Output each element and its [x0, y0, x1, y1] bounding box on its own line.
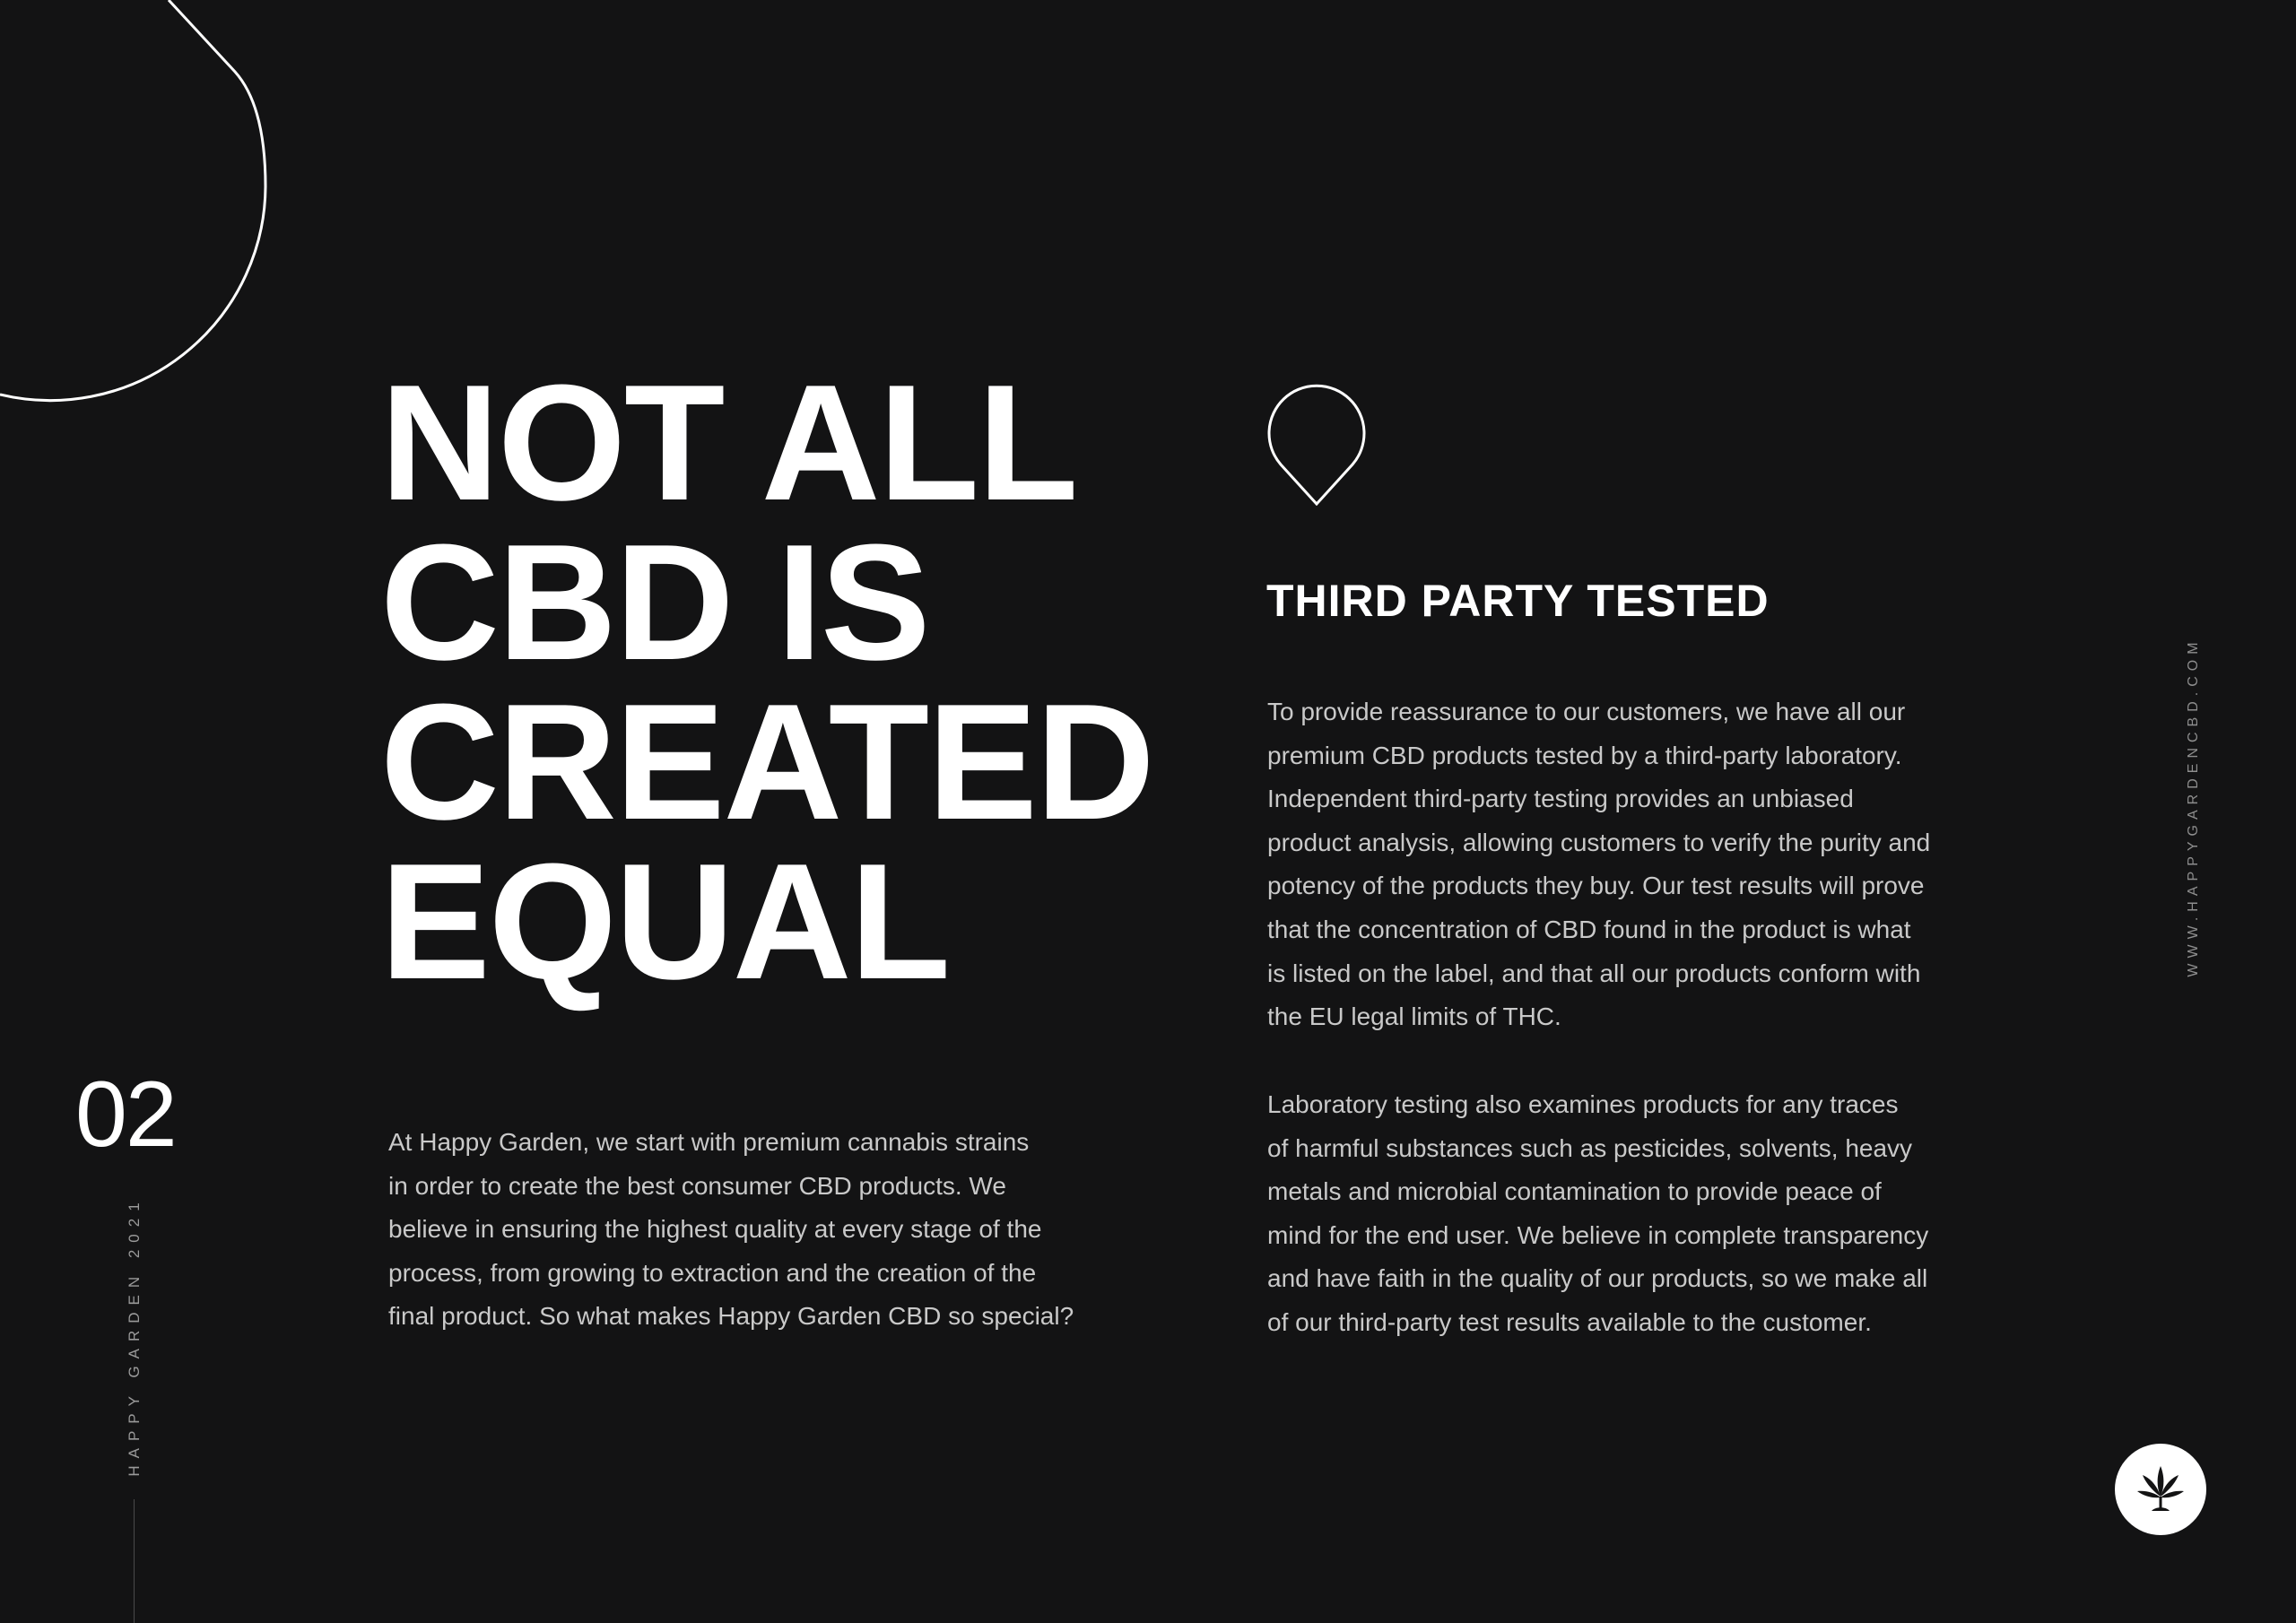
- website-text: WWW.HAPPYGARDENCBD.COM: [2186, 637, 2201, 977]
- map-pin-icon: [1267, 384, 1366, 506]
- paragraph-line: and have faith in the quality of our pro…: [1267, 1264, 1928, 1293]
- paragraph-line: that the concentration of CBD found in t…: [1267, 915, 1911, 943]
- section-paragraph-2: Laboratory testing also examines product…: [1267, 1083, 2003, 1345]
- footer-left-vertical: HAPPY GARDEN 2021: [126, 1195, 144, 1476]
- brand-logo: [2115, 1444, 2206, 1535]
- paragraph-line: potency of the products they buy. Our te…: [1267, 872, 1925, 900]
- paragraph-line: metals and microbial contamination to pr…: [1267, 1177, 1882, 1206]
- paragraph-line: mind for the end user. We believe in com…: [1267, 1220, 1929, 1249]
- intro-line: At Happy Garden, we start with premium c…: [388, 1128, 1030, 1156]
- paragraph-line: of harmful substances such as pesticides…: [1267, 1133, 1913, 1162]
- decorative-arc: [0, 0, 267, 403]
- headline-line: CBD IS: [380, 509, 931, 694]
- headline-line: CREATED: [380, 669, 1155, 854]
- paragraph-line: of our third-party test results availabl…: [1267, 1307, 1872, 1336]
- paragraph-line: To provide reassurance to our customers,…: [1267, 698, 1906, 725]
- headline: NOT ALL CBD IS CREATED EQUAL: [380, 350, 1155, 1013]
- cannabis-leaf-icon: [2137, 1466, 2184, 1511]
- headline-line: NOT ALL: [380, 350, 1078, 534]
- intro-line: process, from growing to extraction and …: [388, 1258, 1037, 1287]
- headline-line: EQUAL: [380, 829, 951, 1013]
- paragraph-line: premium CBD products tested by a third-p…: [1267, 741, 1902, 769]
- paragraph-line: Laboratory testing also examines product…: [1267, 1090, 1899, 1118]
- website-vertical: WWW.HAPPYGARDENCBD.COM: [2185, 637, 2203, 976]
- page-number: 02: [75, 1063, 178, 1167]
- intro-line: in order to create the best consumer CBD…: [388, 1171, 1006, 1200]
- intro-line: believe in ensuring the highest quality …: [388, 1215, 1042, 1244]
- paragraph-line: the EU legal limits of THC.: [1267, 1002, 1561, 1031]
- paragraph-line: Independent third-party testing provides…: [1267, 785, 1854, 813]
- divider: [134, 1499, 135, 1623]
- section-paragraph-1: To provide reassurance to our customers,…: [1267, 690, 2003, 1039]
- section-title: THIRD PARTY TESTED: [1266, 576, 1770, 626]
- paragraph-line: product analysis, allowing customers to …: [1267, 828, 1931, 856]
- intro-line: final product. So what makes Happy Garde…: [388, 1302, 1074, 1331]
- intro-paragraph: At Happy Garden, we start with premium c…: [388, 1121, 1142, 1339]
- paragraph-line: is listed on the label, and that all our…: [1267, 959, 1921, 987]
- footer-left-text: HAPPY GARDEN 2021: [126, 1195, 143, 1477]
